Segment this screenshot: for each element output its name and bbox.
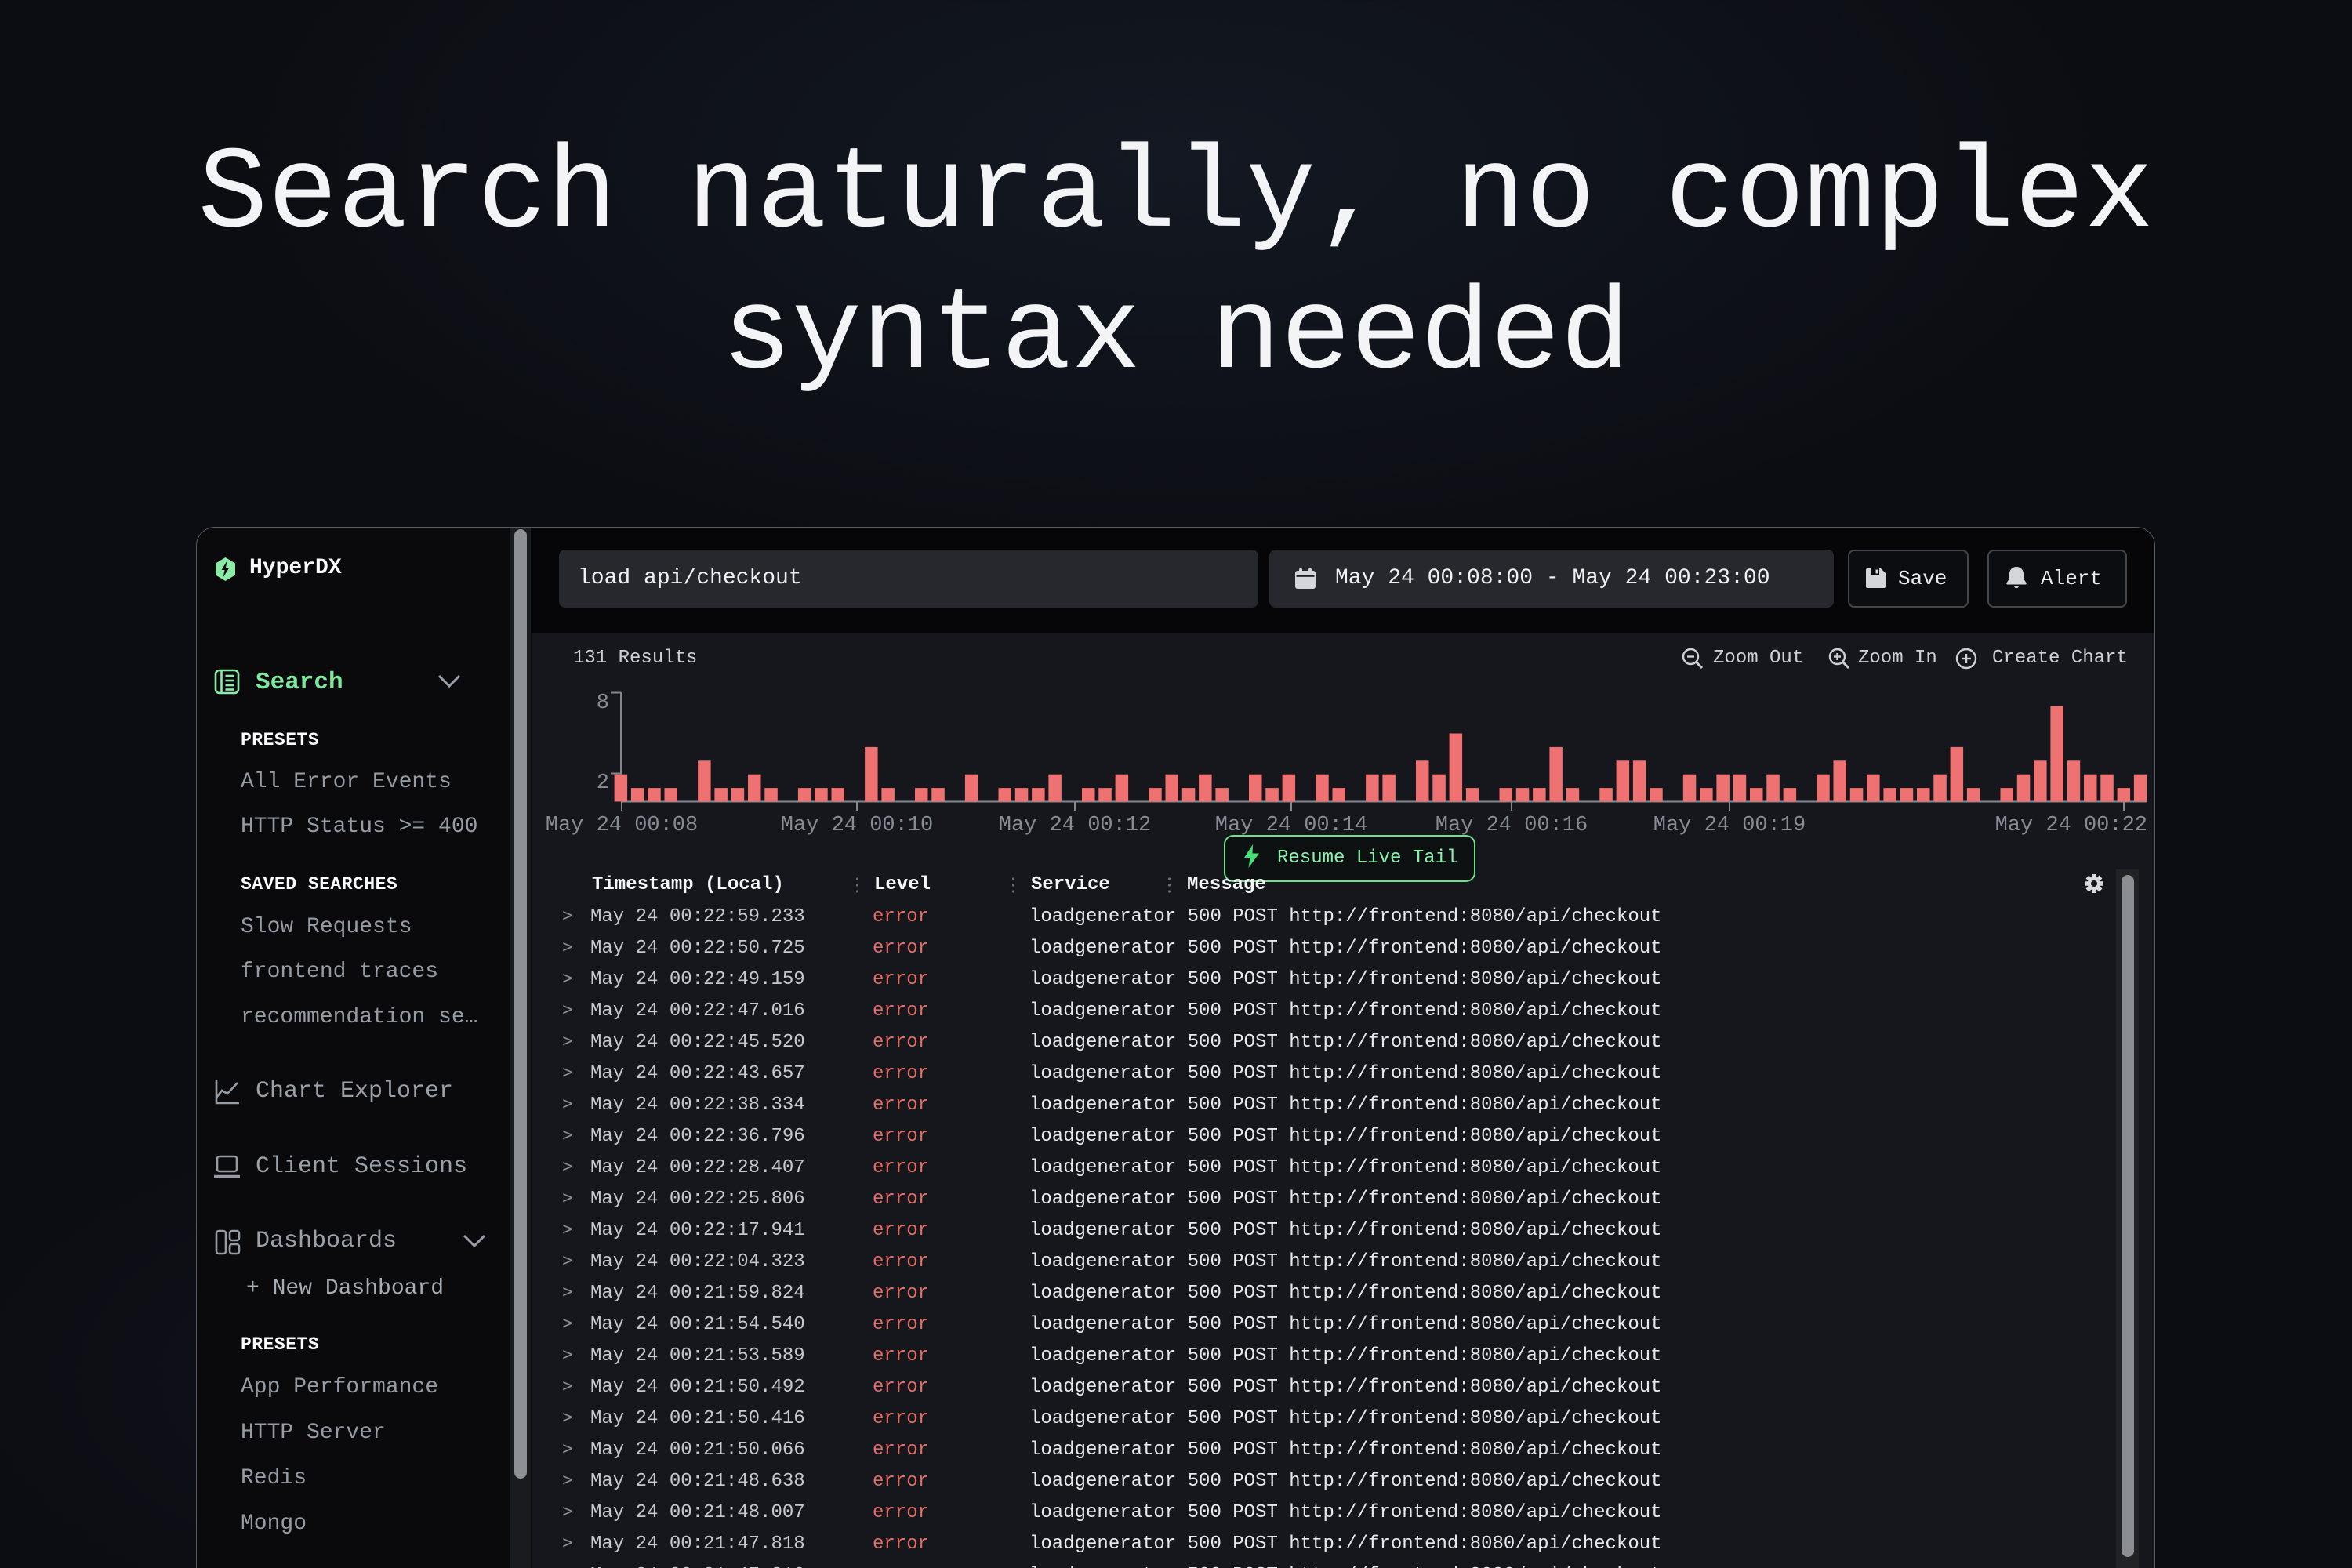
svg-text:May 24 00:10: May 24 00:10 [781,814,933,837]
svg-text:May 24 00:19: May 24 00:19 [1653,814,1806,837]
svg-text:May 24 00:08: May 24 00:08 [546,814,698,837]
svg-text:May 24 00:12: May 24 00:12 [999,814,1151,837]
svg-text:May 24 00:16: May 24 00:16 [1436,814,1588,837]
svg-text:May 24 00:14: May 24 00:14 [1215,814,1367,837]
svg-text:8: 8 [597,691,609,715]
svg-text:May 24 00:22: May 24 00:22 [1995,814,2147,837]
svg-text:2: 2 [597,771,609,795]
